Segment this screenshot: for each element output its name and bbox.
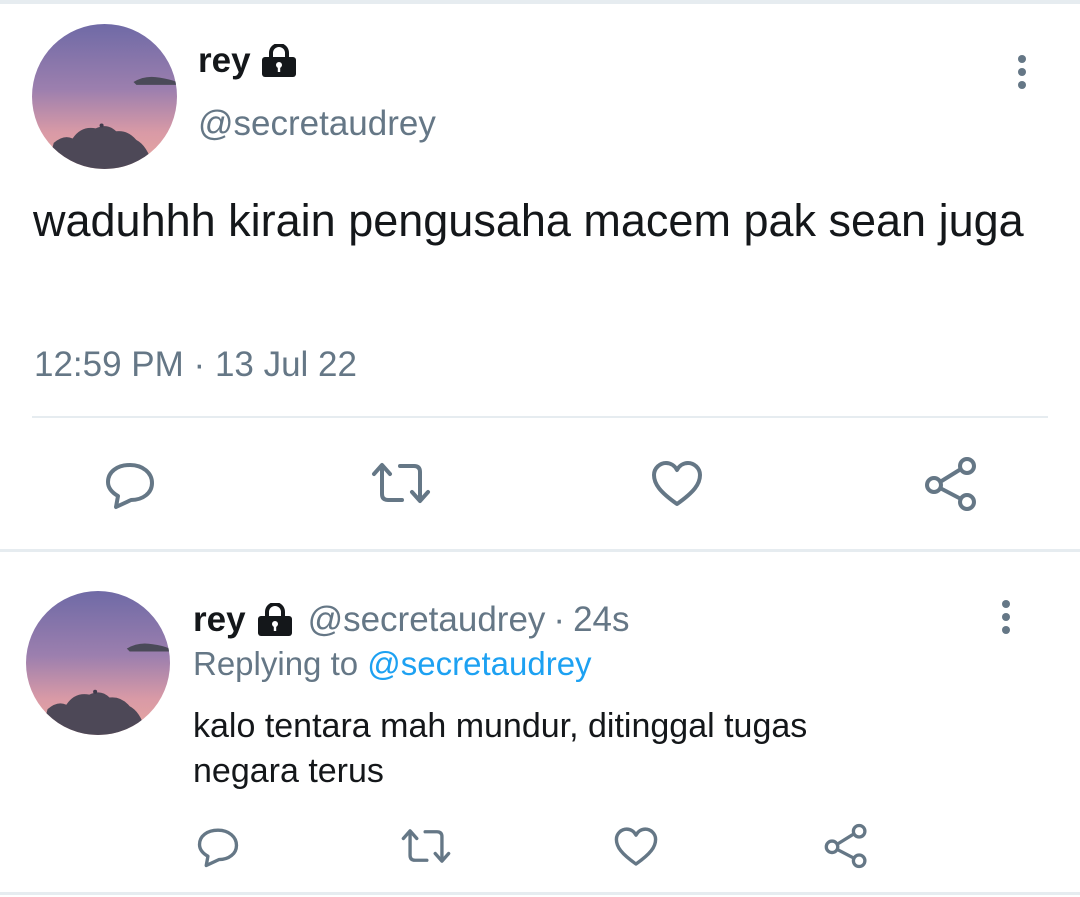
display-name[interactable]: rey (193, 600, 246, 640)
tweet-time: 12:59 PM (34, 345, 184, 384)
tweet-age: 24s (573, 600, 630, 639)
separator: · (193, 345, 206, 384)
tweet-text: waduhhh kirain pengusaha macem pak sean … (33, 195, 1024, 246)
reply-icon[interactable] (104, 460, 156, 510)
reply-icon[interactable] (196, 826, 240, 868)
user-handle[interactable]: @secretaudrey (198, 104, 436, 144)
replying-to-label: Replying to (193, 645, 359, 682)
heart-icon[interactable] (650, 460, 704, 508)
tweet-date: 13 Jul 22 (214, 345, 357, 384)
avatar[interactable] (32, 24, 177, 169)
display-name[interactable]: rey (198, 41, 251, 81)
reply-text: kalo tentara mah mundur, ditinggal tugas… (193, 707, 808, 790)
section-divider (0, 549, 1080, 552)
share-icon[interactable] (922, 456, 980, 512)
more-vertical-icon[interactable] (994, 600, 1018, 634)
separator: · (553, 600, 566, 639)
retweet-icon[interactable] (370, 460, 432, 506)
share-icon[interactable] (822, 823, 870, 869)
divider (32, 416, 1048, 418)
more-vertical-icon[interactable] (1010, 55, 1034, 89)
top-border (0, 0, 1080, 4)
heart-icon[interactable] (613, 826, 659, 868)
lock-icon (260, 43, 298, 83)
reply-header: rey @secretaudrey · 24s (193, 600, 630, 640)
bottom-divider (0, 892, 1080, 895)
user-handle[interactable]: @secretaudrey (308, 600, 546, 640)
lock-icon (256, 603, 294, 637)
tweet-timestamp: 12:59 PM · 13 Jul 22 (34, 345, 357, 385)
replying-to-handle[interactable]: @secretaudrey (367, 645, 591, 682)
retweet-icon[interactable] (400, 826, 452, 866)
replying-to: Replying to @secretaudrey (193, 645, 592, 683)
avatar[interactable] (26, 591, 170, 735)
